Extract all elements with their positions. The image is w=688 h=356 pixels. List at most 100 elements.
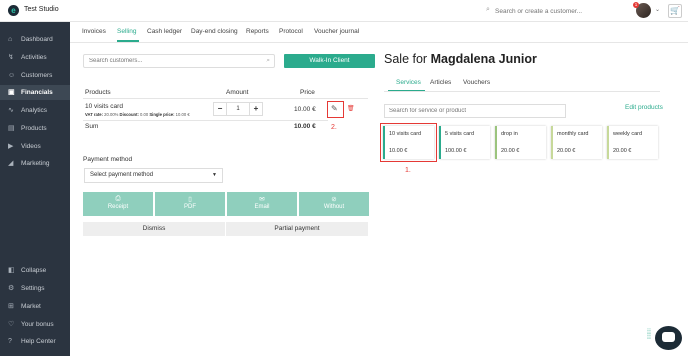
sidebar-item-customers[interactable]: ☺ Customers bbox=[0, 68, 70, 83]
service-card[interactable]: weekly card 20.00 € bbox=[607, 126, 658, 159]
without-button[interactable]: ⊘ Without bbox=[299, 192, 369, 216]
sidebar-item-label: Collapse bbox=[21, 267, 47, 274]
global-search[interactable]: ⌕ bbox=[486, 5, 605, 17]
payment-method-value: Select payment method bbox=[90, 172, 154, 178]
sidebar-item-activities[interactable]: ↯ Activities bbox=[0, 50, 70, 65]
walk-in-client-button[interactable]: Walk-In Client bbox=[284, 54, 375, 68]
search-icon: ⌕ bbox=[266, 57, 270, 64]
column-header-products: Products bbox=[85, 89, 111, 96]
tab-vouchers[interactable]: Vouchers bbox=[463, 79, 490, 86]
email-icon: ✉ bbox=[259, 196, 265, 203]
sidebar-item-collapse[interactable]: ◧ Collapse bbox=[0, 263, 70, 278]
service-card[interactable]: monthly card 20.00 € bbox=[551, 126, 602, 159]
service-search[interactable] bbox=[384, 104, 566, 118]
sidebar-item-label: Help Center bbox=[21, 338, 56, 345]
partial-payment-button[interactable]: Partial payment bbox=[226, 222, 368, 236]
sidebar-item-marketing[interactable]: ◢ Marketing bbox=[0, 156, 70, 171]
service-card-name: drop in bbox=[501, 131, 518, 137]
sidebar-item-financials[interactable]: ▣ Financials bbox=[0, 85, 70, 100]
tab-services[interactable]: Services bbox=[396, 79, 421, 86]
search-icon: ⌕ bbox=[486, 6, 490, 13]
customer-search[interactable]: ⌕ bbox=[83, 54, 275, 68]
service-card-price: 20.00 € bbox=[501, 148, 520, 154]
financials-icon: ▣ bbox=[8, 89, 15, 96]
cart-item-price: 10.00 € bbox=[294, 106, 316, 113]
sidebar-item-settings[interactable]: ⚙ Settings bbox=[0, 281, 70, 296]
marketing-icon: ◢ bbox=[8, 160, 14, 167]
annotation-step-2: 2. bbox=[331, 124, 337, 131]
service-card[interactable]: 5 visits card 100.00 € bbox=[439, 126, 490, 159]
pdf-button[interactable]: ▯ PDF bbox=[155, 192, 225, 216]
service-search-input[interactable] bbox=[385, 105, 561, 117]
right-tabs-divider bbox=[384, 91, 660, 92]
tab-voucher-journal[interactable]: Voucher journal bbox=[314, 28, 359, 35]
sidebar-item-dashboard[interactable]: ⌂ Dashboard bbox=[0, 32, 70, 47]
customer-name: Magdalena Junior bbox=[430, 52, 537, 66]
receipt-button[interactable]: ⎙ Receipt bbox=[83, 192, 153, 216]
card-color-bar bbox=[495, 126, 497, 159]
email-button[interactable]: ✉ Email bbox=[227, 192, 297, 216]
card-color-bar bbox=[551, 126, 553, 159]
chat-icon bbox=[662, 332, 675, 342]
sidebar-item-label: Products bbox=[21, 125, 47, 132]
highlight-box bbox=[380, 123, 437, 162]
sale-title: Sale for Magdalena Junior bbox=[384, 52, 537, 66]
customer-search-input[interactable] bbox=[84, 55, 254, 67]
table-header-divider bbox=[83, 98, 368, 99]
sidebar-item-help-center[interactable]: ? Help Center bbox=[0, 334, 70, 349]
sidebar-item-your-bonus[interactable]: ♡ Your bonus bbox=[0, 317, 70, 332]
service-card-name: monthly card bbox=[557, 131, 589, 137]
service-card[interactable]: drop in 20.00 € bbox=[495, 126, 546, 159]
videos-icon: ▶ bbox=[8, 143, 14, 150]
sidebar-item-label: Marketing bbox=[21, 160, 50, 167]
button-label: Without bbox=[323, 204, 345, 210]
sidebar-item-label: Your bonus bbox=[21, 321, 54, 328]
sum-divider bbox=[83, 120, 328, 121]
tab-invoices[interactable]: Invoices bbox=[82, 28, 106, 35]
service-card-name: 5 visits card bbox=[445, 131, 475, 137]
chat-button[interactable] bbox=[655, 326, 682, 350]
increment-button[interactable]: + bbox=[250, 103, 262, 115]
tab-selling[interactable]: Selling bbox=[117, 28, 137, 35]
heart-icon: ♡ bbox=[8, 321, 15, 328]
sidebar-item-products[interactable]: ▤ Products bbox=[0, 121, 70, 136]
service-card-price: 100.00 € bbox=[445, 148, 467, 154]
sidebar-item-analytics[interactable]: ∿ Analytics bbox=[0, 103, 70, 118]
dismiss-button[interactable]: Dismiss bbox=[83, 222, 225, 236]
help-icon: ? bbox=[8, 338, 12, 345]
tab-day-end-closing[interactable]: Day-end closing bbox=[191, 28, 238, 35]
tab-cash-ledger[interactable]: Cash ledger bbox=[147, 28, 182, 35]
drag-handle-icon[interactable]: ⁞⁞ ⁞⁞ bbox=[647, 329, 651, 341]
sidebar-item-label: Activities bbox=[21, 54, 47, 61]
cart-item-name: 10 visits card bbox=[85, 103, 123, 110]
without-icon: ⊘ bbox=[331, 196, 337, 203]
delete-icon[interactable]: 🗑 bbox=[347, 105, 355, 112]
cart-icon[interactable]: 🛒 bbox=[668, 4, 682, 18]
edit-item-button[interactable]: ✎ bbox=[327, 101, 344, 118]
global-search-input[interactable] bbox=[495, 5, 605, 17]
decrement-button[interactable]: − bbox=[214, 103, 226, 115]
quantity-value[interactable]: 1 bbox=[226, 103, 250, 115]
payment-method-select[interactable]: Select payment method ▼ bbox=[84, 168, 223, 183]
tab-articles[interactable]: Articles bbox=[430, 79, 451, 86]
sidebar-item-videos[interactable]: ▶ Videos bbox=[0, 139, 70, 154]
chevron-down-icon[interactable]: ⌄ bbox=[655, 6, 660, 13]
quantity-stepper[interactable]: − 1 + bbox=[213, 102, 263, 116]
sidebar-item-label: Analytics bbox=[21, 107, 48, 114]
customers-icon: ☺ bbox=[8, 72, 16, 79]
sum-label: Sum bbox=[85, 123, 99, 130]
tab-reports[interactable]: Reports bbox=[246, 28, 269, 35]
cart-item-meta: VAT rate: 20.00% Discount: 0.00 Single p… bbox=[85, 112, 190, 117]
studio-logo-icon[interactable]: e bbox=[8, 5, 19, 16]
home-icon: ⌂ bbox=[8, 36, 13, 43]
receipt-icon: ⎙ bbox=[115, 195, 121, 202]
notification-badge: 1 bbox=[633, 2, 639, 8]
sum-value: 10.00 € bbox=[294, 123, 316, 130]
service-card-price: 20.00 € bbox=[613, 148, 632, 154]
sidebar-item-market[interactable]: ⊞ Market bbox=[0, 299, 70, 314]
collapse-icon: ◧ bbox=[8, 267, 15, 274]
service-card-name: weekly card bbox=[613, 131, 643, 137]
edit-products-link[interactable]: Edit products bbox=[625, 104, 663, 111]
tab-protocol[interactable]: Protocol bbox=[279, 28, 303, 35]
sidebar-item-label: Market bbox=[21, 303, 41, 310]
